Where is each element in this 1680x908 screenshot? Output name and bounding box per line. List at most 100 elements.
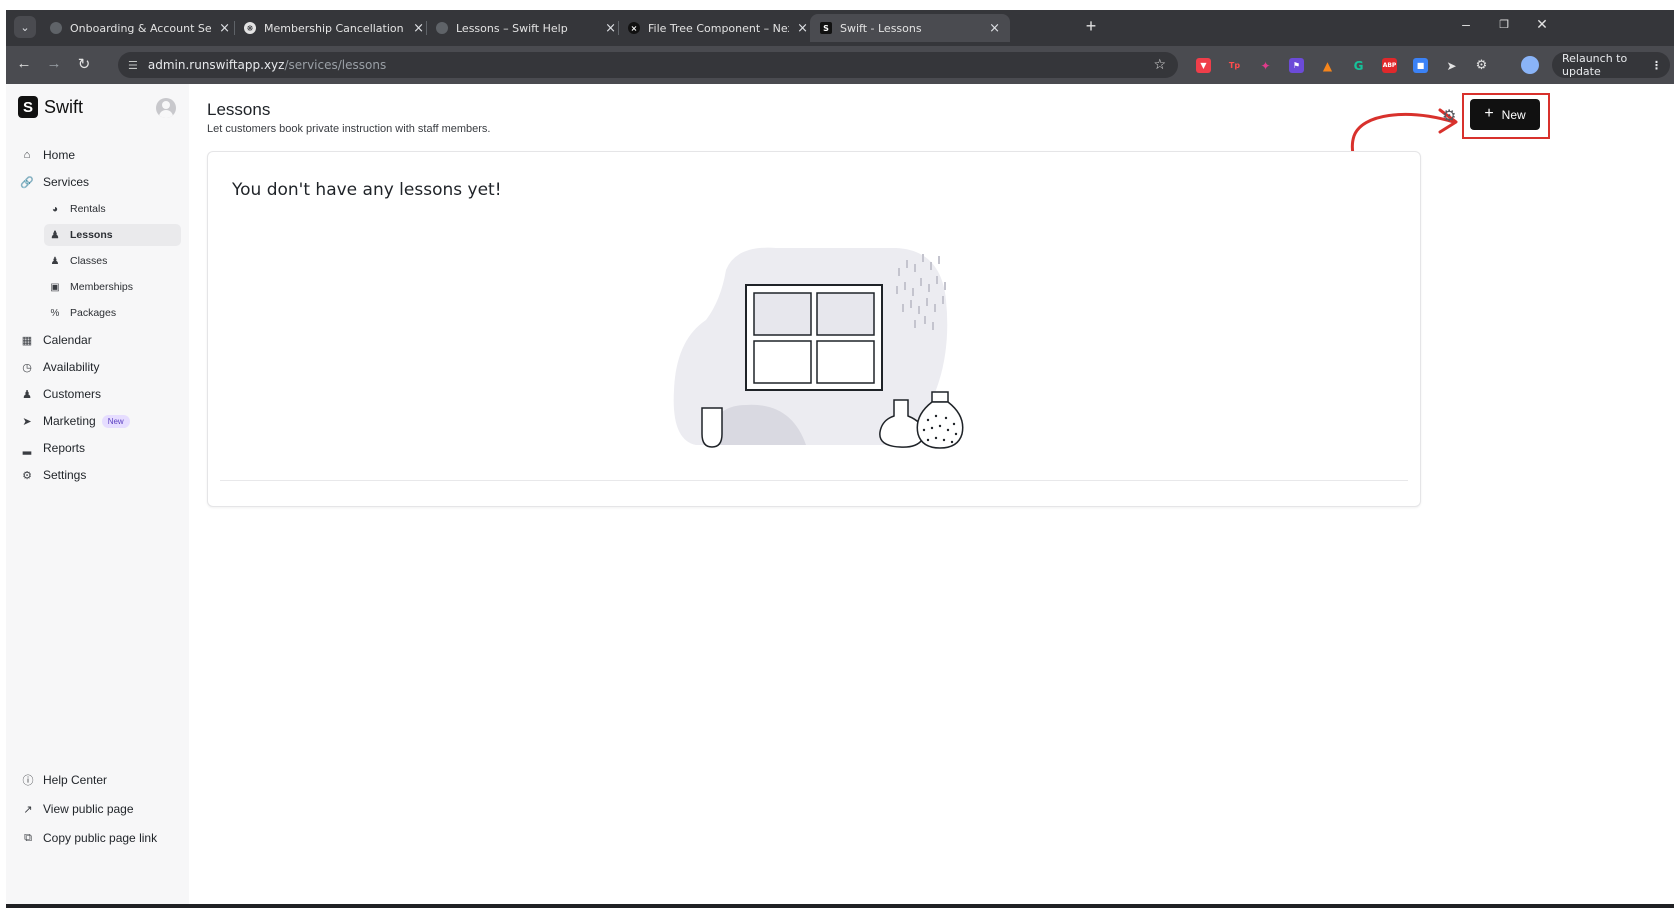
help-center-link[interactable]: ⓘ Help Center <box>20 770 108 790</box>
close-tab-icon[interactable]: × <box>219 21 230 36</box>
gear-icon: ⚙ <box>22 469 32 482</box>
sidebar-item-services[interactable]: 🔗 Services <box>18 171 183 193</box>
user-icon: ♟ <box>50 229 60 241</box>
sidebar-item-label: Reports <box>43 441 86 455</box>
sidebar-item-label: Classes <box>70 255 108 267</box>
swift-favicon-icon: S <box>820 22 832 34</box>
new-lesson-button[interactable]: + New <box>1470 99 1540 130</box>
sidebar-item-home[interactable]: ⌂ Home <box>18 144 183 166</box>
tab-strip: ⌄ Onboarding & Account Setup - × ❋ Membe… <box>6 10 1674 46</box>
reload-icon[interactable]: ↻ <box>74 55 94 73</box>
tab-lessons-help[interactable]: Lessons – Swift Help × <box>426 14 626 42</box>
account-avatar-icon[interactable] <box>156 98 176 118</box>
sidebar-item-settings[interactable]: ⚙ Settings <box>18 464 183 486</box>
globe-icon <box>50 22 62 34</box>
sidebar-item-label: Rentals <box>70 203 106 215</box>
relaunch-label: Relaunch to update <box>1562 52 1628 78</box>
site-info-icon[interactable]: ☰ <box>128 59 138 72</box>
minimize-icon[interactable]: – <box>1452 16 1480 32</box>
adblock-extension-icon[interactable]: ABP <box>1382 58 1397 73</box>
address-bar[interactable]: ☰ admin.runswiftapp.xyz/services/lessons… <box>118 52 1178 78</box>
sidebar-item-label: Availability <box>43 360 100 374</box>
tab-title: Onboarding & Account Setup - <box>70 21 212 35</box>
link-icon: 🔗 <box>20 176 34 189</box>
grammarly-extension-icon[interactable]: G <box>1351 58 1366 73</box>
tab-file-tree[interactable]: × File Tree Component – Nextra × <box>618 14 818 42</box>
view-public-page-label: View public page <box>43 802 134 816</box>
sidebar-item-label: Settings <box>43 468 87 482</box>
new-tab-button[interactable]: + <box>1080 16 1102 37</box>
sidebar-item-availability[interactable]: ◷ Availability <box>18 356 183 378</box>
sidebar-item-customers[interactable]: ♟ Customers <box>18 383 183 405</box>
sidebar-item-label: Services <box>43 175 90 189</box>
card-divider <box>220 480 1408 481</box>
copy-public-page-link-label: Copy public page link <box>43 831 158 845</box>
tab-membership-cancellation[interactable]: ❋ Membership Cancellation Instru × <box>234 14 434 42</box>
window-close-icon[interactable]: ✕ <box>1528 16 1556 33</box>
extension-tp-icon[interactable]: Tp <box>1227 58 1242 73</box>
sidebar-item-packages[interactable]: % Packages <box>44 302 181 324</box>
sidebar-item-label: Customers <box>43 387 102 401</box>
page-subtitle: Let customers book private instruction w… <box>207 123 491 135</box>
sidebar-item-label: Calendar <box>43 333 92 347</box>
more-menu-icon[interactable]: ⋮ <box>1651 59 1662 72</box>
new-button-label: New <box>1501 107 1526 122</box>
extension-brand-icon[interactable]: ✦ <box>1258 58 1273 73</box>
browser-toolbar: ← → ↻ ☰ admin.runswiftapp.xyz/services/l… <box>6 46 1674 84</box>
close-tab-icon[interactable]: × <box>989 21 1000 36</box>
close-tab-icon[interactable]: × <box>413 21 424 36</box>
tab-search-button[interactable]: ⌄ <box>14 16 36 38</box>
user-icon: ♟ <box>22 388 32 401</box>
sidebar-item-lessons[interactable]: ♟ Lessons <box>44 224 181 246</box>
send-icon: ➤ <box>22 415 32 428</box>
app-name: Swift <box>44 96 84 117</box>
extension-cursor-icon[interactable]: ➤ <box>1444 58 1459 73</box>
plus-icon: + <box>1484 104 1494 122</box>
taskbar-edge <box>6 904 1674 908</box>
tab-title: File Tree Component – Nextra <box>648 21 789 35</box>
sidebar-item-calendar[interactable]: ▦ Calendar <box>18 329 183 351</box>
metamask-extension-icon[interactable]: ▲ <box>1320 58 1335 73</box>
sidebar-item-label: Memberships <box>70 281 134 293</box>
sidebar-item-classes[interactable]: ♟ Classes <box>44 250 181 272</box>
calendar-icon: ▦ <box>21 334 33 347</box>
bookmark-star-icon[interactable]: ☆ <box>1153 57 1166 73</box>
settings-gear-icon[interactable]: ⚙ <box>1442 106 1456 126</box>
pocket-extension-icon[interactable]: ▼ <box>1196 58 1211 73</box>
extension-shield-icon[interactable]: ⚑ <box>1289 58 1304 73</box>
users-icon: ♟ <box>50 255 60 267</box>
bar-chart-icon: ▂ <box>22 442 32 455</box>
gauge-icon: ◕ <box>51 203 59 215</box>
page-title: Lessons <box>207 100 271 119</box>
extension-blue-icon[interactable]: ■ <box>1413 58 1428 73</box>
forward-icon[interactable]: → <box>44 55 64 72</box>
app-logo[interactable]: S Swift <box>18 96 83 118</box>
restore-icon[interactable]: ❐ <box>1490 18 1518 31</box>
close-tab-icon[interactable]: × <box>797 21 808 36</box>
tab-swift-lessons[interactable]: S Swift - Lessons × <box>810 14 1010 42</box>
tab-title: Lessons – Swift Help <box>456 21 568 35</box>
sidebar-item-marketing[interactable]: ➤ Marketing New <box>18 410 183 432</box>
card-icon: ▣ <box>50 281 60 293</box>
clock-icon: ◷ <box>22 361 32 374</box>
external-link-icon: ↗ <box>23 803 33 816</box>
view-public-page-link[interactable]: ↗ View public page <box>20 799 134 819</box>
relaunch-to-update-button[interactable]: Relaunch to update ⋮ <box>1552 52 1670 78</box>
sidebar-item-rentals[interactable]: ◕ Rentals <box>44 198 181 220</box>
browser-window: ⌄ Onboarding & Account Setup - × ❋ Membe… <box>6 10 1674 908</box>
copy-icon: ⧉ <box>24 831 32 844</box>
copy-public-page-link-button[interactable]: ⧉ Copy public page link <box>20 828 157 848</box>
help-center-label: Help Center <box>43 773 108 787</box>
back-icon[interactable]: ← <box>14 55 34 72</box>
profile-avatar-icon[interactable] <box>1521 56 1539 74</box>
close-tab-icon[interactable]: × <box>605 21 616 36</box>
extensions-puzzle-icon[interactable]: ⚙ <box>1474 58 1489 73</box>
nextra-icon: × <box>628 22 640 34</box>
sidebar: S Swift ⌂ Home 🔗 Services ◕ Rentals ♟ Le… <box>6 84 189 908</box>
tab-onboarding[interactable]: Onboarding & Account Setup - × <box>40 14 240 42</box>
new-badge: New <box>101 414 130 428</box>
home-icon: ⌂ <box>23 149 31 161</box>
sidebar-item-memberships[interactable]: ▣ Memberships <box>44 276 181 298</box>
tab-title: Membership Cancellation Instru <box>264 21 405 35</box>
sidebar-item-reports[interactable]: ▂ Reports <box>18 437 183 459</box>
